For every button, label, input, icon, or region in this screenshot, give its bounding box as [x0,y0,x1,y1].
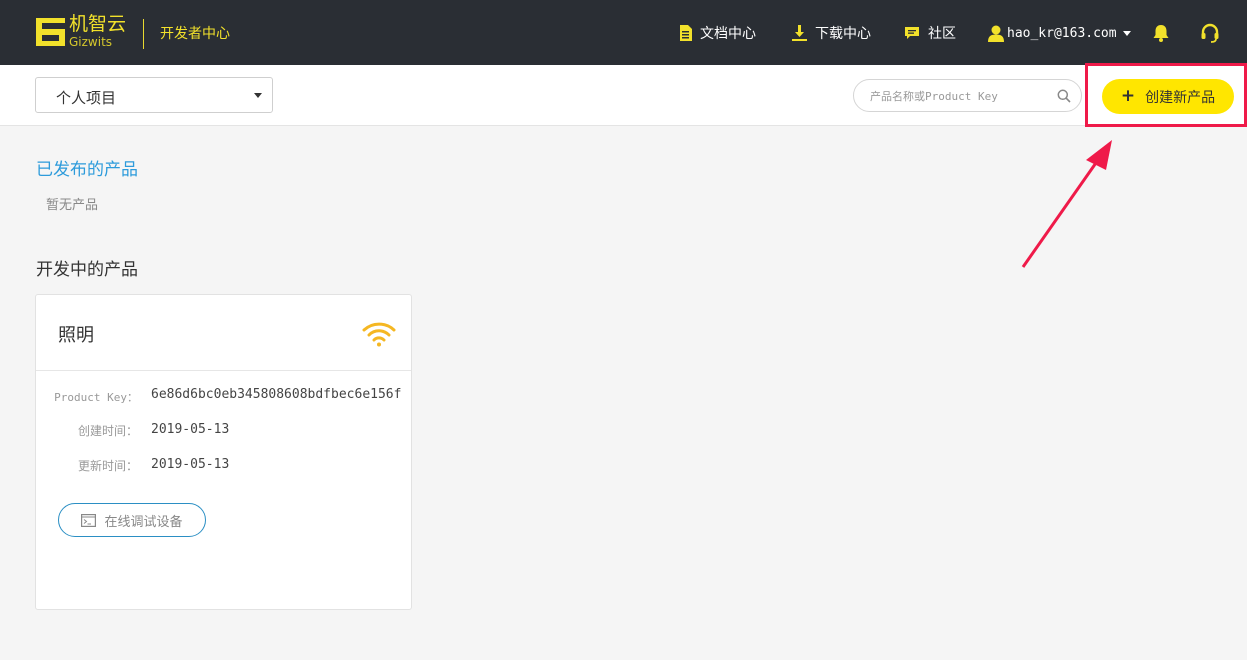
search-input[interactable] [868,86,1052,107]
document-icon [680,25,692,41]
header-divider [143,19,144,49]
created-time-label: 创建时间： [77,424,138,438]
project-select-value: 个人项目 [56,89,117,107]
product-key-value: 6e86d6bc0eb345808608bdfbec6e156f [151,387,402,402]
developing-products-heading: 开发中的产品 [36,260,138,280]
gizwits-logo-icon[interactable] [34,15,68,49]
search-icon[interactable] [1057,89,1071,103]
chevron-down-icon [1122,30,1131,36]
bell-icon[interactable] [1151,23,1171,43]
nav-docs[interactable]: 文档中心 [679,23,756,43]
nav-docs-label: 文档中心 [700,26,756,42]
download-icon [792,25,807,41]
nav-downloads-label: 下载中心 [815,26,871,42]
published-empty-text: 暂无产品 [46,198,99,213]
updated-time-label: 更新时间： [77,459,138,473]
created-time-value: 2019-05-13 [151,422,230,437]
nav-community[interactable]: 社区 [904,23,956,43]
developer-center-title[interactable]: 开发者中心 [160,25,230,43]
nav-downloads[interactable]: 下载中心 [792,23,871,43]
project-select[interactable]: 个人项目 [35,77,273,113]
product-toolbar: 个人项目 + 创建新产品 [0,65,1247,126]
user-menu[interactable]: hao_kr@163.com [988,23,1131,43]
online-debug-label: 在线调试设备 [104,514,183,530]
product-key-label: Product Key： [54,391,138,404]
terminal-icon [81,513,97,527]
annotation-highlight-box [1085,63,1247,127]
user-email: hao_kr@163.com [1007,25,1117,41]
user-icon [988,25,1004,42]
wifi-icon [362,322,396,347]
chat-icon [905,27,919,39]
logo-english-text[interactable]: Gizwits [69,35,112,49]
annotation-arrow-icon [1021,140,1112,268]
card-divider [36,370,411,371]
logo-chinese-text[interactable]: 机智云 [69,13,126,35]
search-box [853,79,1082,112]
headset-support-icon[interactable] [1200,23,1220,43]
online-debug-button[interactable]: 在线调试设备 [58,503,206,537]
product-card[interactable]: 照明 Product Key： 6e86d6bc0eb345808608bdfb… [35,294,412,610]
chevron-down-icon [254,93,262,98]
nav-community-label: 社区 [928,26,956,42]
top-navbar: 机智云 Gizwits 开发者中心 文档中心 下载中心 社区 hao_kr@16… [0,0,1247,65]
published-products-heading: 已发布的产品 [36,160,138,180]
updated-time-value: 2019-05-13 [151,457,230,472]
product-name[interactable]: 照明 [58,321,94,347]
